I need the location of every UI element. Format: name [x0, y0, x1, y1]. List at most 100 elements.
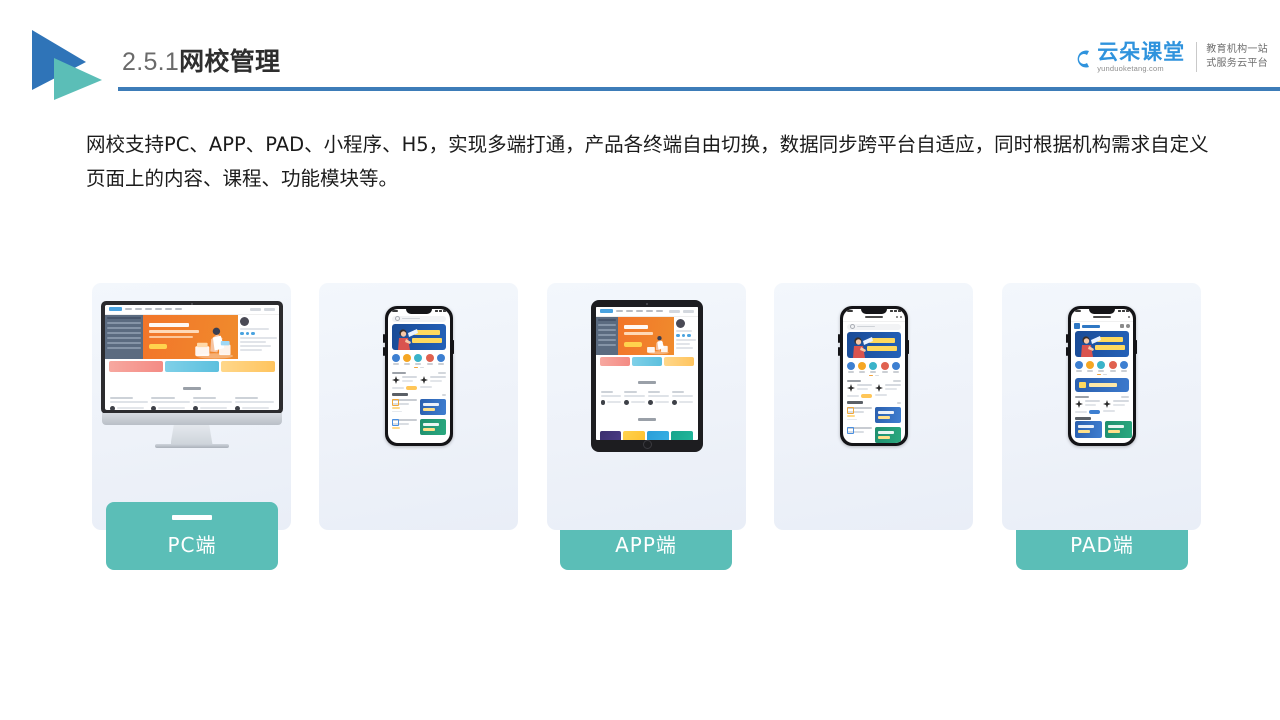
category-icon	[1119, 360, 1128, 369]
course-card-lines	[885, 384, 901, 392]
course-card-sub	[1113, 403, 1125, 406]
menu-icon[interactable]	[1119, 324, 1124, 328]
quick-icon-item[interactable]	[425, 353, 434, 365]
phone-screen	[387, 308, 450, 443]
carousel-dot[interactable]	[419, 366, 424, 368]
monitor-chin	[101, 412, 282, 425]
course-card-bottom	[875, 394, 901, 397]
course-row-thumbnail	[419, 399, 446, 416]
course-thumbnail[interactable]	[1104, 421, 1132, 439]
course-card[interactable]	[846, 384, 872, 399]
more-icon	[896, 316, 898, 318]
grid-course-card[interactable]	[623, 430, 646, 440]
quick-icon-item[interactable]	[403, 353, 412, 365]
course-row[interactable]	[843, 425, 905, 443]
quick-icon-item[interactable]	[1108, 360, 1117, 372]
promo-card	[220, 360, 275, 372]
course-meta	[151, 396, 175, 399]
section-more-link[interactable]	[892, 379, 901, 382]
section-more-link-2[interactable]	[441, 393, 446, 396]
course-teacher	[241, 407, 269, 409]
course-card[interactable]	[1103, 400, 1129, 415]
course-row[interactable]	[388, 397, 450, 417]
section-more-link-2[interactable]	[896, 401, 901, 404]
course-row[interactable]	[843, 405, 905, 425]
course-card[interactable]	[420, 376, 446, 391]
quick-icon-item[interactable]	[1075, 360, 1084, 372]
section-title	[846, 379, 861, 383]
tablet-home-button[interactable]	[643, 439, 652, 449]
signal-icon	[434, 310, 438, 312]
grid-course-card[interactable]	[599, 430, 622, 440]
carousel-dot-active[interactable]	[413, 366, 418, 368]
panel-dot	[687, 333, 691, 337]
more-icon	[1127, 316, 1130, 318]
course-card-bottom	[420, 386, 446, 389]
category-label	[1120, 370, 1127, 372]
section-more-link[interactable]	[437, 371, 446, 374]
phone-screen	[1070, 308, 1133, 443]
course-row[interactable]	[388, 417, 450, 437]
hero-banner[interactable]	[846, 331, 901, 358]
miniprogram-capsule-menu[interactable]	[896, 316, 902, 318]
sidebar-row	[106, 336, 141, 339]
quick-icon-item[interactable]	[392, 353, 401, 365]
quick-icon-item[interactable]	[869, 361, 878, 373]
category-icon	[847, 361, 856, 370]
quick-icon-item[interactable]	[414, 353, 423, 365]
category-icon	[891, 361, 900, 370]
hero-illustration-icon	[644, 320, 670, 355]
nav-item	[615, 310, 623, 312]
promo-row	[596, 355, 698, 368]
monitor-stand-neck	[170, 424, 213, 445]
carousel-dot-active[interactable]	[1096, 373, 1101, 375]
course-card[interactable]	[875, 384, 901, 399]
platform-card-pad[interactable]: PAD端	[547, 283, 1188, 570]
course-row-tag	[391, 426, 400, 430]
quick-icon-item[interactable]	[1097, 360, 1106, 372]
quick-icon-item[interactable]	[1086, 360, 1095, 372]
course-thumbnail[interactable]	[1074, 421, 1102, 439]
course-item	[624, 390, 645, 405]
grid-course-card[interactable]	[647, 430, 670, 440]
quick-icon-item[interactable]	[858, 361, 867, 373]
course-title	[234, 400, 274, 403]
webcam-dot	[190, 302, 193, 305]
section-more-link[interactable]	[1120, 395, 1129, 398]
category-icon	[403, 353, 412, 362]
course-card[interactable]	[391, 376, 417, 391]
platform-card-miniprogram[interactable]: 小程序	[774, 283, 973, 530]
grid-course-card[interactable]	[671, 430, 694, 440]
battery-icon	[897, 310, 901, 312]
nav-item	[625, 310, 633, 312]
platform-card-app[interactable]: APP端	[319, 283, 732, 570]
quick-icon-item[interactable]	[847, 361, 856, 373]
carousel-dot[interactable]	[1102, 373, 1107, 375]
browser-menu[interactable]	[1127, 316, 1130, 318]
quick-icon-item[interactable]	[436, 353, 445, 365]
category-label	[426, 363, 433, 365]
course-teacher	[158, 407, 186, 409]
platform-label-button-pc[interactable]: PC端	[106, 502, 278, 570]
search-input[interactable]	[846, 323, 901, 330]
carousel-dot[interactable]	[874, 374, 879, 376]
platform-card-h5[interactable]: H5	[1002, 283, 1201, 530]
status-indicators	[434, 310, 446, 312]
quick-icon-item[interactable]	[880, 361, 889, 373]
sidebar-row	[597, 328, 616, 331]
category-label	[859, 371, 866, 373]
search-input[interactable]	[391, 315, 446, 322]
platform-card-pc[interactable]: PC端	[92, 283, 291, 570]
course-card[interactable]	[1074, 400, 1100, 415]
carousel-dot-active[interactable]	[868, 374, 873, 376]
user-avatar-icon[interactable]	[1125, 324, 1130, 328]
quick-icon-item[interactable]	[1119, 360, 1128, 372]
hero-banner[interactable]	[1074, 330, 1129, 357]
course-title	[671, 394, 693, 397]
quick-icon-item[interactable]	[891, 361, 900, 373]
volume-down-button	[383, 346, 385, 356]
course-thumbnail-icon	[846, 384, 855, 393]
hero-banner[interactable]	[391, 323, 446, 350]
promo-banner[interactable]	[1074, 377, 1129, 392]
section-number: 2.5.1	[122, 48, 180, 76]
